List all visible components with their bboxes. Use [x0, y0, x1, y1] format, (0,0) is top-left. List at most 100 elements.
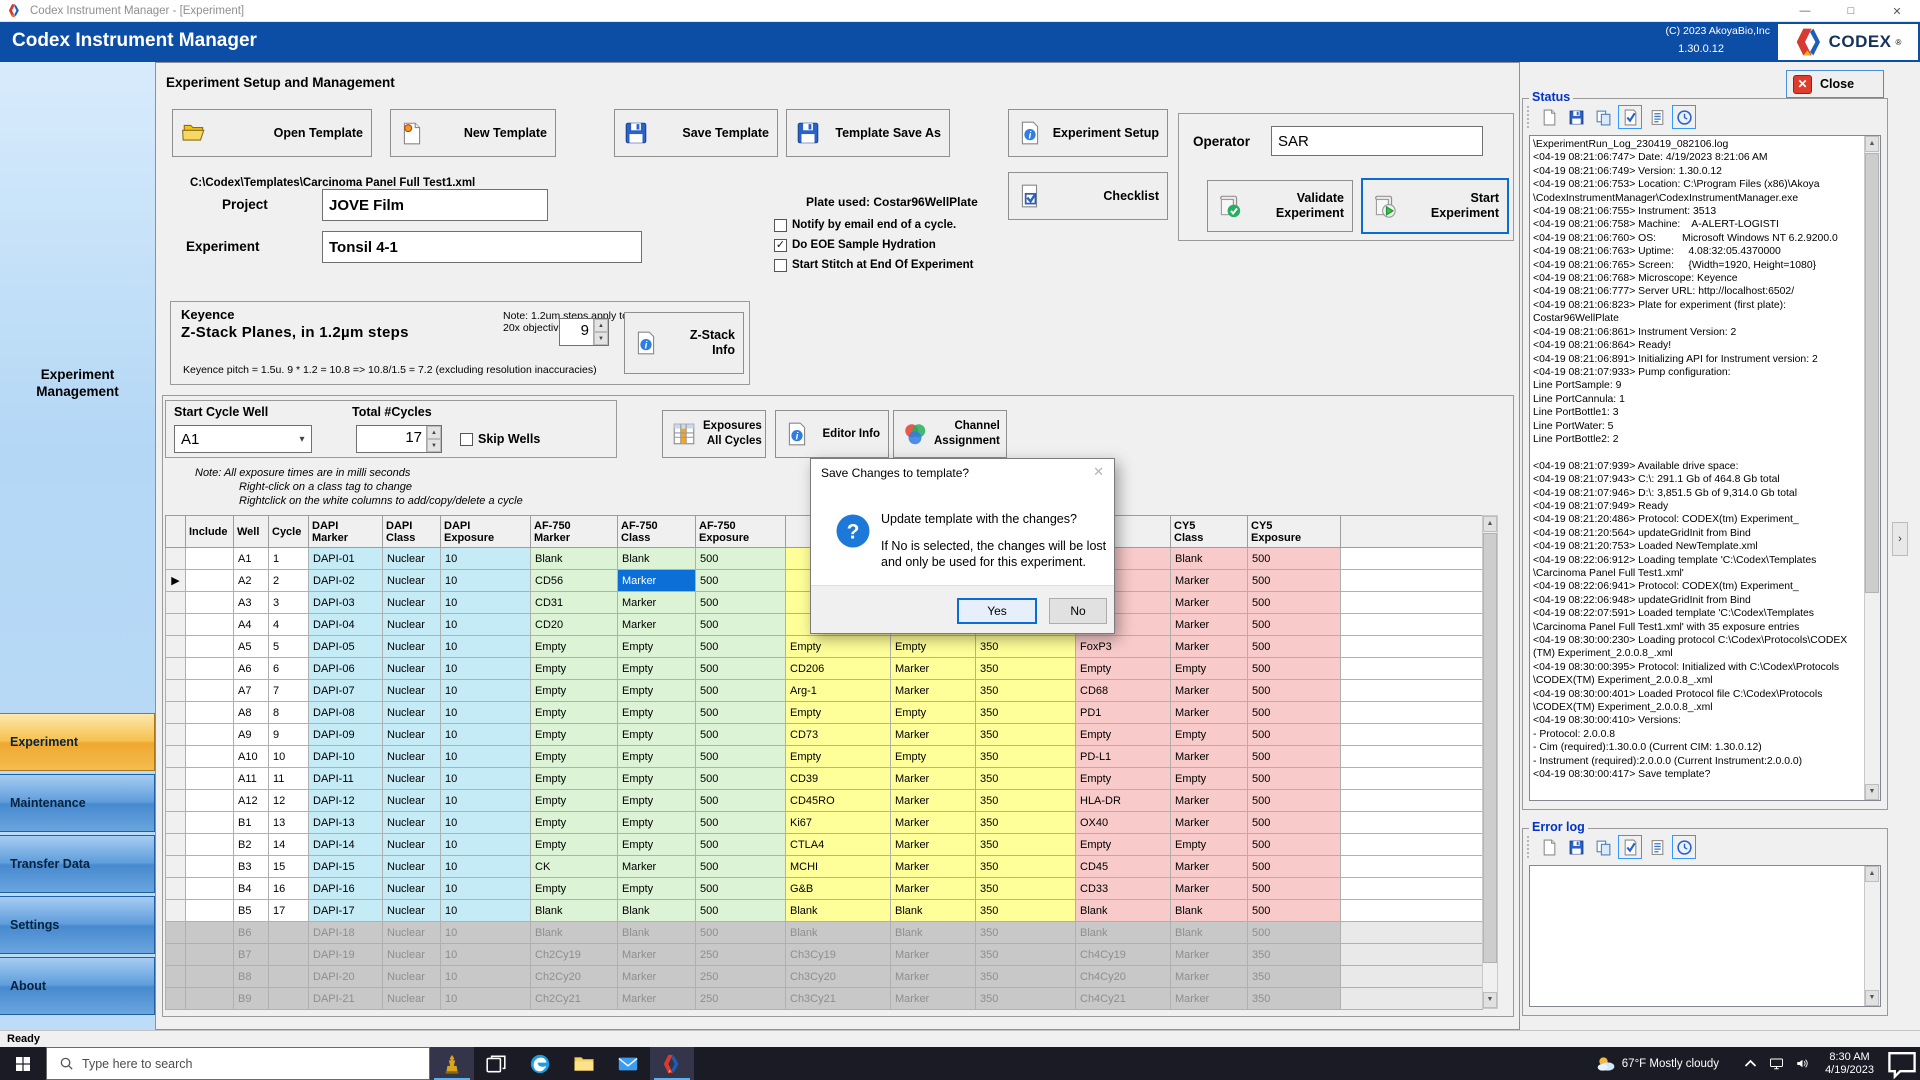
- grid-cell[interactable]: DAPI-06: [309, 658, 383, 680]
- grid-cell[interactable]: 350: [976, 702, 1076, 724]
- open-template-button[interactable]: Open Template: [172, 109, 372, 157]
- grid-cell[interactable]: Blank: [1171, 900, 1248, 922]
- checkbox-notify-by-email-end-of-a-cycle[interactable]: Notify by email end of a cycle.: [774, 215, 973, 235]
- grid-cell[interactable]: Marker: [891, 658, 976, 680]
- grid-cell[interactable]: 500: [696, 636, 786, 658]
- grid-cell[interactable]: Empty: [531, 834, 618, 856]
- checkbox-do-eoe-sample-hydration[interactable]: ✓Do EOE Sample Hydration: [774, 235, 973, 255]
- grid-cell-include[interactable]: [186, 658, 234, 680]
- grid-cell[interactable]: Nuclear: [383, 944, 441, 966]
- grid-cell[interactable]: 350: [976, 680, 1076, 702]
- checkbox-box[interactable]: [774, 259, 787, 272]
- grid-cell[interactable]: 500: [1248, 658, 1341, 680]
- grid-cell[interactable]: DAPI-12: [309, 790, 383, 812]
- row-selector[interactable]: [166, 922, 186, 944]
- panel-expander[interactable]: ›: [1892, 522, 1908, 556]
- grid-cell[interactable]: Ch3Cy20: [786, 966, 891, 988]
- grid-cell[interactable]: Ch2Cy21: [531, 988, 618, 1010]
- report-icon[interactable]: [1645, 105, 1669, 129]
- grid-cell[interactable]: Empty: [1171, 658, 1248, 680]
- grid-cell[interactable]: Marker: [891, 790, 976, 812]
- grid-cell[interactable]: Marker: [1171, 592, 1248, 614]
- error-log-scrollbar[interactable]: ▲ ▼: [1864, 866, 1880, 1006]
- grid-cell[interactable]: DAPI-07: [309, 680, 383, 702]
- grid-cell[interactable]: 350: [976, 790, 1076, 812]
- close-window-button[interactable]: ✕: [1874, 0, 1920, 22]
- start-cycle-well-select[interactable]: A1 ▾: [174, 425, 312, 453]
- grid-cell[interactable]: Nuclear: [383, 878, 441, 900]
- tray-volume-icon[interactable]: [1789, 1056, 1815, 1071]
- grid-cell[interactable]: 10: [441, 614, 531, 636]
- template-save-as-button[interactable]: Template Save As: [786, 109, 950, 157]
- copy-icon[interactable]: [1591, 835, 1615, 859]
- row-selector[interactable]: [166, 856, 186, 878]
- grid-cell[interactable]: 350: [976, 812, 1076, 834]
- start-button[interactable]: [0, 1047, 46, 1080]
- grid-cell-well[interactable]: A10: [234, 746, 269, 768]
- grid-cell-well[interactable]: A9: [234, 724, 269, 746]
- taskbar-weather[interactable]: 67°F Mostly cloudy: [1596, 1054, 1719, 1074]
- grid-cell[interactable]: Ch3Cy21: [786, 988, 891, 1010]
- grid-cell[interactable]: Marker: [1171, 636, 1248, 658]
- row-selector[interactable]: [166, 878, 186, 900]
- grid-cell[interactable]: Empty: [786, 636, 891, 658]
- grid-cell[interactable]: 10: [441, 988, 531, 1010]
- grid-cell[interactable]: Ch4Cy19: [1076, 944, 1171, 966]
- validate-experiment-button[interactable]: Validate Experiment: [1207, 180, 1353, 232]
- grid-cell-cycle[interactable]: 3: [269, 592, 309, 614]
- grid-cell[interactable]: 350: [976, 922, 1076, 944]
- checkbox-start-stitch-at-end-of-experiment[interactable]: Start Stitch at End Of Experiment: [774, 255, 973, 275]
- grid-cell[interactable]: Empty: [618, 878, 696, 900]
- grid-cell[interactable]: Marker: [891, 724, 976, 746]
- grid-cell[interactable]: DAPI-21: [309, 988, 383, 1010]
- grid-cell[interactable]: DAPI-11: [309, 768, 383, 790]
- taskbar-app-game[interactable]: [430, 1047, 474, 1080]
- column-header[interactable]: DAPI Class: [383, 516, 441, 548]
- grid-cell[interactable]: Blank: [531, 922, 618, 944]
- grid-cell-include[interactable]: [186, 614, 234, 636]
- grid-cell[interactable]: Empty: [531, 724, 618, 746]
- row-selector[interactable]: [166, 724, 186, 746]
- grid-cell[interactable]: Marker: [1171, 944, 1248, 966]
- grid-cell[interactable]: DAPI-17: [309, 900, 383, 922]
- validate-icon[interactable]: [1618, 105, 1642, 129]
- grid-cell[interactable]: Marker: [891, 988, 976, 1010]
- grid-cell[interactable]: 10: [441, 922, 531, 944]
- grid-cell-well[interactable]: A7: [234, 680, 269, 702]
- column-header[interactable]: AF-750 Exposure: [696, 516, 786, 548]
- grid-cell[interactable]: Marker: [891, 834, 976, 856]
- grid-cell[interactable]: Empty: [618, 746, 696, 768]
- grid-cell-well[interactable]: A8: [234, 702, 269, 724]
- grid-cell[interactable]: Blank: [1171, 922, 1248, 944]
- status-log-scrollbar[interactable]: ▲ ▼: [1864, 136, 1880, 800]
- grid-cell[interactable]: Ch2Cy19: [531, 944, 618, 966]
- grid-cell[interactable]: Empty: [618, 834, 696, 856]
- grid-cell-include[interactable]: [186, 702, 234, 724]
- grid-cell[interactable]: 10: [441, 658, 531, 680]
- grid-cell[interactable]: Nuclear: [383, 724, 441, 746]
- grid-cell[interactable]: 500: [696, 768, 786, 790]
- grid-cell[interactable]: Empty: [618, 702, 696, 724]
- sidebar-item-experiment[interactable]: Experiment: [0, 713, 155, 771]
- grid-cell[interactable]: CD20: [531, 614, 618, 636]
- grid-cell[interactable]: Blank: [786, 900, 891, 922]
- grid-cell-include[interactable]: [186, 592, 234, 614]
- grid-cell[interactable]: Blank: [1076, 922, 1171, 944]
- grid-cell[interactable]: 350: [1248, 988, 1341, 1010]
- scroll-down-icon[interactable]: ▼: [1865, 784, 1879, 800]
- status-log[interactable]: \ExperimentRun_Log_230419_082106.log <04…: [1529, 135, 1881, 801]
- sidebar-item-about[interactable]: About: [0, 957, 155, 1015]
- grid-cell[interactable]: Marker: [1171, 746, 1248, 768]
- grid-cell[interactable]: Nuclear: [383, 856, 441, 878]
- grid-cell[interactable]: 500: [696, 900, 786, 922]
- grid-cell[interactable]: 350: [976, 878, 1076, 900]
- grid-cell[interactable]: Empty: [531, 680, 618, 702]
- grid-cell[interactable]: 350: [976, 768, 1076, 790]
- scroll-down-icon[interactable]: ▼: [1865, 990, 1879, 1006]
- column-header[interactable]: CY5 Exposure: [1248, 516, 1341, 548]
- grid-cell[interactable]: CD206: [786, 658, 891, 680]
- action-center-button[interactable]: [1884, 1046, 1920, 1080]
- experiment-setup-button[interactable]: i Experiment Setup: [1008, 109, 1168, 157]
- grid-cell[interactable]: Nuclear: [383, 812, 441, 834]
- grid-cell[interactable]: 350: [976, 856, 1076, 878]
